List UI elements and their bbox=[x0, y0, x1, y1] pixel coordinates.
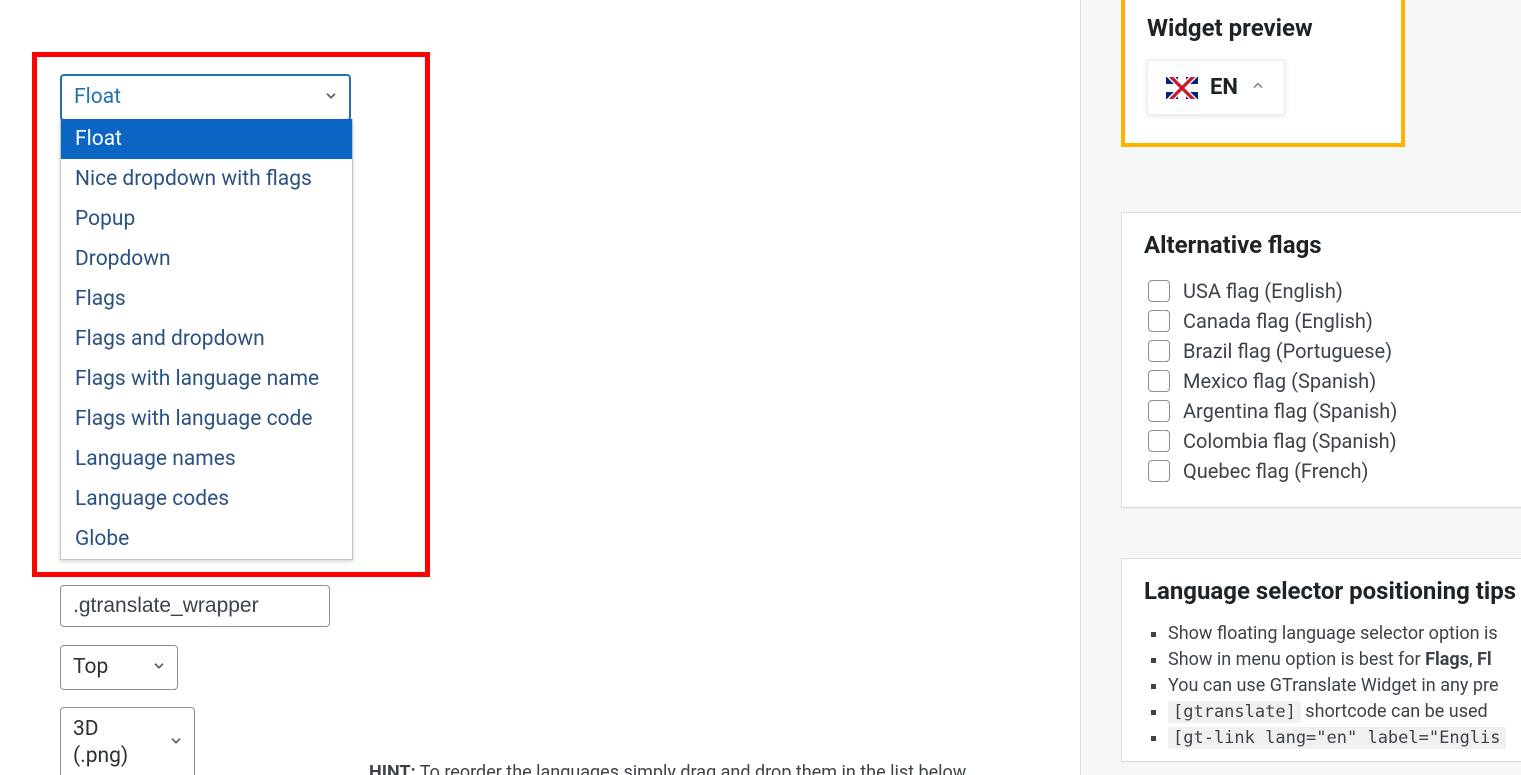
alt-flag-checkbox[interactable] bbox=[1148, 460, 1170, 482]
hint-text: HINT: To reorder the languages simply dr… bbox=[369, 762, 970, 775]
widget-look-options: Float Nice dropdown with flags Popup Dro… bbox=[60, 119, 353, 560]
alt-flag-checkbox[interactable] bbox=[1148, 370, 1170, 392]
chevron-down-icon bbox=[168, 730, 184, 757]
widget-look-option[interactable]: Flags and dropdown bbox=[61, 319, 352, 359]
tip-item: You can use GTranslate Widget in any pre bbox=[1168, 675, 1521, 696]
preview-lang-code: EN bbox=[1210, 75, 1238, 100]
alt-flag-label: Quebec flag (French) bbox=[1183, 459, 1368, 483]
flag-style-value: 3D (.png) bbox=[73, 716, 158, 771]
widget-look-option[interactable]: Flags with language code bbox=[61, 399, 352, 439]
alt-flag-row[interactable]: USA flag (English) bbox=[1144, 277, 1499, 305]
float-position-select[interactable]: Top bbox=[60, 645, 178, 690]
shortcode: [gtranslate] bbox=[1168, 701, 1301, 723]
alt-flag-checkbox[interactable] bbox=[1148, 430, 1170, 452]
panel-title: Language selector positioning tips bbox=[1144, 577, 1521, 605]
widget-look-option[interactable]: Globe bbox=[61, 519, 352, 559]
alt-flag-label: Colombia flag (Spanish) bbox=[1183, 429, 1397, 453]
alt-flag-label: Argentina flag (Spanish) bbox=[1183, 399, 1397, 423]
chevron-up-icon bbox=[1250, 78, 1266, 98]
alt-flag-row[interactable]: Canada flag (English) bbox=[1144, 307, 1499, 335]
hint-prefix: HINT: bbox=[369, 762, 416, 775]
positioning-tips-panel: Language selector positioning tips Show … bbox=[1121, 558, 1521, 762]
hint-body: To reorder the languages simply drag and… bbox=[416, 762, 970, 775]
widget-look-option[interactable]: Nice dropdown with flags bbox=[61, 159, 352, 199]
wrapper-selector-input[interactable] bbox=[60, 585, 330, 627]
flag-style-select[interactable]: 3D (.png) bbox=[60, 707, 195, 775]
alt-flag-row[interactable]: Quebec flag (French) bbox=[1144, 457, 1499, 485]
alt-flag-label: Canada flag (English) bbox=[1183, 309, 1373, 333]
alternative-flags-panel: Alternative flags USA flag (English) Can… bbox=[1121, 212, 1521, 508]
tip-item: [gtranslate] shortcode can be used bbox=[1168, 701, 1521, 722]
panel-title: Widget preview bbox=[1147, 14, 1379, 42]
shortcode: [gt-link lang="en" label="Englis bbox=[1168, 727, 1506, 749]
widget-look-option[interactable]: Dropdown bbox=[61, 239, 352, 279]
alt-flag-row[interactable]: Brazil flag (Portuguese) bbox=[1144, 337, 1499, 365]
widget-look-option[interactable]: Flags with language name bbox=[61, 359, 352, 399]
tip-item: [gt-link lang="en" label="Englis bbox=[1168, 727, 1521, 748]
alt-flag-row[interactable]: Argentina flag (Spanish) bbox=[1144, 397, 1499, 425]
alt-flag-row[interactable]: Colombia flag (Spanish) bbox=[1144, 427, 1499, 455]
chevron-down-icon bbox=[151, 654, 167, 681]
widget-look-option[interactable]: Language codes bbox=[61, 479, 352, 519]
preview-language-switcher[interactable]: EN bbox=[1147, 60, 1285, 115]
right-column: Widget preview EN Alternative flags USA … bbox=[1080, 0, 1521, 775]
alt-flag-checkbox[interactable] bbox=[1148, 280, 1170, 302]
widget-look-select[interactable]: Float bbox=[60, 74, 351, 121]
tip-item: Show in menu option is best for Flags, F… bbox=[1168, 649, 1521, 670]
uk-flag-icon bbox=[1166, 77, 1198, 99]
alt-flag-row[interactable]: Mexico flag (Spanish) bbox=[1144, 367, 1499, 395]
tip-item: Show floating language selector option i… bbox=[1168, 623, 1521, 644]
alt-flag-label: Brazil flag (Portuguese) bbox=[1183, 339, 1392, 363]
panel-title: Alternative flags bbox=[1144, 231, 1499, 259]
alt-flag-checkbox[interactable] bbox=[1148, 340, 1170, 362]
alt-flag-checkbox[interactable] bbox=[1148, 400, 1170, 422]
widget-look-select-value: Float bbox=[74, 84, 121, 111]
alt-flag-checkbox[interactable] bbox=[1148, 310, 1170, 332]
widget-look-option[interactable]: Flags bbox=[61, 279, 352, 319]
alt-flag-label: USA flag (English) bbox=[1183, 279, 1343, 303]
widget-preview-panel: Widget preview EN bbox=[1121, 0, 1405, 147]
widget-look-option[interactable]: Float bbox=[61, 119, 352, 159]
alt-flag-label: Mexico flag (Spanish) bbox=[1183, 369, 1376, 393]
widget-look-option[interactable]: Popup bbox=[61, 199, 352, 239]
widget-look-option[interactable]: Language names bbox=[61, 439, 352, 479]
chevron-down-icon bbox=[323, 84, 339, 111]
float-position-value: Top bbox=[73, 654, 108, 681]
